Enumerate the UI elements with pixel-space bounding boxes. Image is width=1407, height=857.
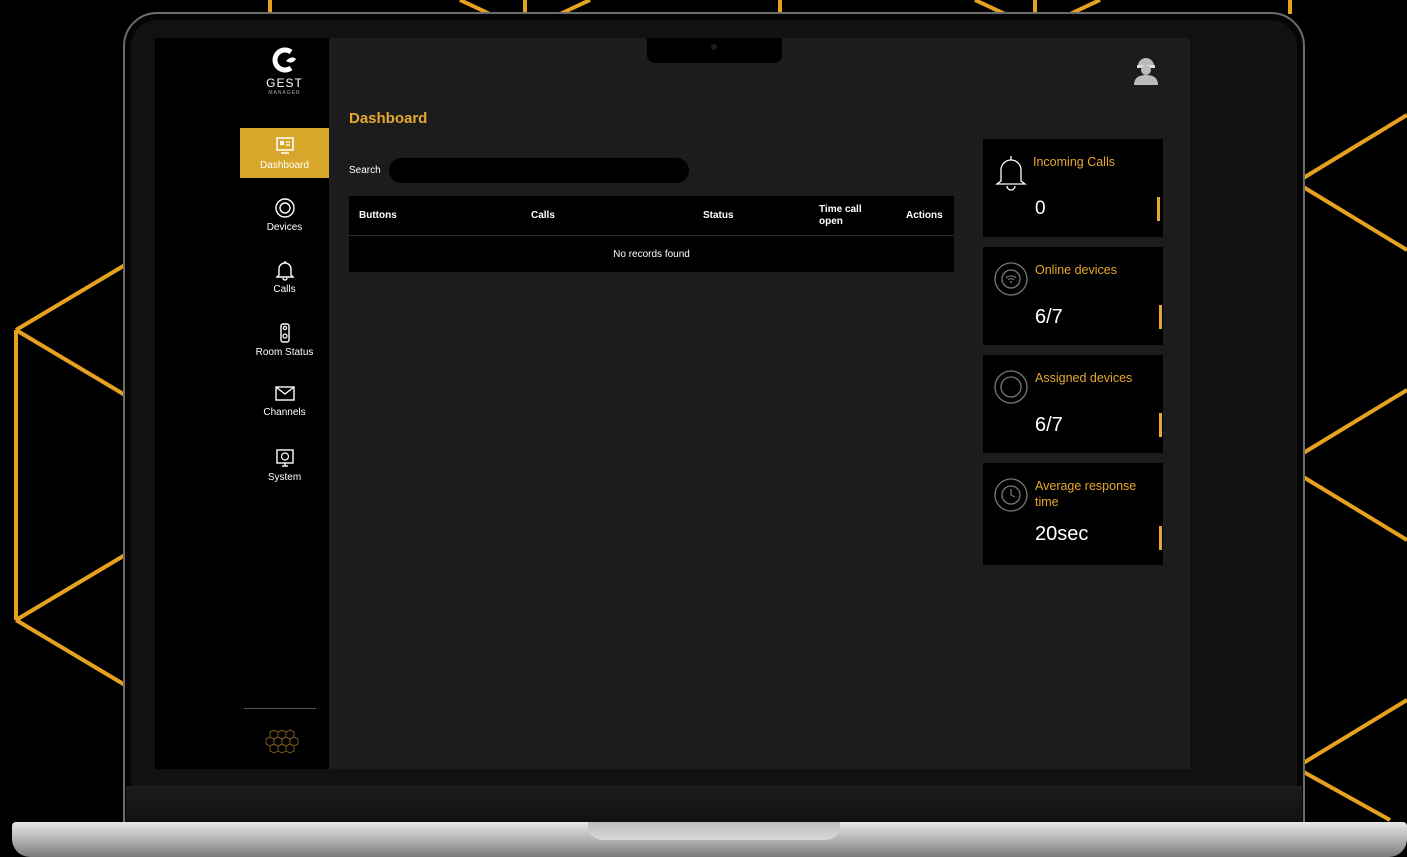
sidebar-item-label: Room Status [255,347,314,358]
stat-label: Assigned devices [1035,371,1133,385]
sidebar-item-system[interactable]: System [240,440,329,490]
logo-subtext: MANAGER [268,90,301,96]
stat-card-incoming-calls: Incoming Calls 0 [983,139,1163,237]
wifi-device-icon [994,262,1028,296]
logo-text: GEST [266,76,303,90]
sidebar-item-label: System [267,472,302,483]
envelope-icon [274,386,295,401]
sidebar-item-room-status[interactable]: Room Status [240,315,329,365]
stat-accent-bar [1157,197,1160,221]
table-header: Buttons Calls Status Time call open Acti… [349,196,954,236]
camera-notch [647,38,782,63]
stat-accent-bar [1159,305,1162,329]
stat-label: Average response time [1035,479,1137,509]
app-logo[interactable]: GEST MANAGER [240,46,329,96]
user-avatar-icon[interactable] [1131,52,1161,86]
sidebar-item-label: Devices [266,222,303,233]
stat-card-assigned-devices: Assigned devices 6/7 [983,355,1163,453]
column-header-status[interactable]: Status [703,210,734,222]
stat-card-online-devices: Online devices 6/7 [983,247,1163,345]
laptop-chin [126,786,1302,826]
sidebar-item-label: Calls [273,284,296,295]
stat-accent-bar [1159,413,1162,437]
sidebar-item-devices[interactable]: Devices [240,190,329,240]
door-hanger-icon [279,323,290,343]
stat-value: 6/7 [1035,306,1063,328]
search-label: Search [349,165,381,176]
system-monitor-icon [275,449,294,467]
table-empty-message: No records found [613,248,690,260]
stat-value: 0 [1035,198,1046,219]
bell-icon [995,156,1027,191]
column-header-actions[interactable]: Actions [906,210,943,222]
bell-icon [274,261,295,281]
logo-icon [272,47,296,73]
sidebar-divider [244,708,316,709]
sidebar-item-calls[interactable]: Calls [240,252,329,302]
camera-icon [711,44,717,50]
calls-table: Buttons Calls Status Time call open Acti… [349,196,954,272]
page-title: Dashboard [349,110,428,127]
stat-accent-bar [1159,526,1162,550]
column-header-buttons[interactable]: Buttons [359,210,397,222]
stat-card-average-response-time: Average response time 20sec [983,463,1163,565]
stat-value: 6/7 [1035,414,1063,436]
honeycomb-icon [265,729,299,754]
sidebar-item-channels[interactable]: Channels [240,375,329,425]
search-input[interactable] [389,158,689,183]
ring-device-icon [994,370,1028,404]
column-header-calls[interactable]: Calls [531,210,555,222]
app-screen: GEST MANAGER Dashboard Devices Calls Roo… [155,38,1190,769]
column-header-time-call-open[interactable]: Time call open [819,204,871,228]
sidebar-item-label: Channels [263,407,306,418]
stat-label: Incoming Calls [1033,155,1115,169]
sidebar-item-label: Dashboard [260,160,309,171]
stat-value: 20sec [1035,523,1089,545]
clock-icon [994,478,1028,512]
devices-icon [274,198,295,218]
laptop-opening-notch [588,822,840,840]
stat-label: Online devices [1035,263,1117,277]
sidebar-item-dashboard[interactable]: Dashboard [240,128,329,178]
sidebar: GEST MANAGER Dashboard Devices Calls Roo… [240,38,329,769]
main-content: Dashboard Search Buttons Calls Status Ti… [329,38,1190,769]
dashboard-icon [275,137,294,154]
